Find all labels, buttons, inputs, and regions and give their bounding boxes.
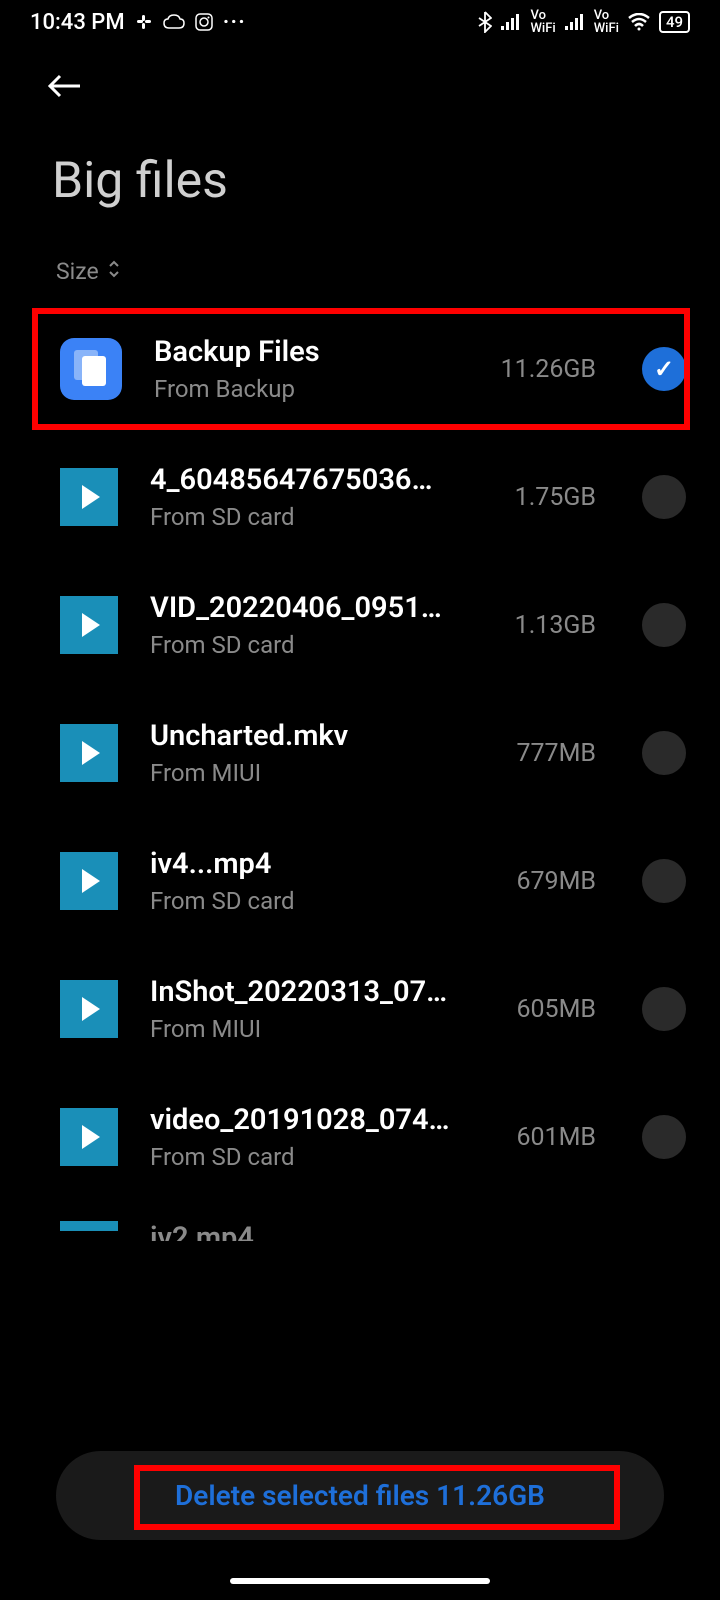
file-info: video_20191028_074… From SD card	[150, 1103, 484, 1171]
file-list: Backup Files From Backup 11.26GB ✓ 4_6048564…	[0, 305, 720, 1201]
file-source: From SD card	[150, 503, 483, 531]
file-source: From SD card	[150, 887, 484, 915]
file-info: 4_60485647675036… From SD card	[150, 463, 483, 531]
checkbox[interactable]	[642, 731, 686, 775]
sort-chevron-icon	[107, 258, 121, 285]
checkbox[interactable]: ✓	[642, 347, 686, 391]
file-size: 777MB	[516, 739, 596, 768]
checkbox[interactable]	[642, 1115, 686, 1159]
video-icon	[60, 852, 118, 910]
signal-icon-2	[564, 13, 586, 31]
backup-icon	[60, 338, 122, 400]
file-size: 1.75GB	[515, 483, 596, 512]
file-name: Backup Files	[154, 335, 464, 369]
battery-icon: 49	[659, 11, 690, 33]
file-size: 679MB	[516, 867, 596, 896]
file-item[interactable]: 4_60485647675036… From SD card 1.75GB	[0, 433, 720, 561]
slack-icon	[135, 13, 153, 31]
video-icon	[60, 1108, 118, 1166]
sort-selector[interactable]: Size	[0, 240, 720, 305]
checkbox[interactable]	[642, 475, 686, 519]
sort-label: Size	[56, 258, 99, 285]
file-item[interactable]: video_20191028_074… From SD card 601MB	[0, 1073, 720, 1201]
file-info: Backup Files From Backup	[154, 335, 469, 403]
status-bar: 10:43 PM ··· VoWiFi VoWiFi 49	[0, 0, 720, 44]
vowifi-icon-2: VoWiFi	[594, 9, 619, 35]
video-icon	[60, 596, 118, 654]
file-name: iv4...mp4	[150, 847, 460, 881]
delete-button[interactable]: Delete selected files 11.26GB	[56, 1451, 664, 1540]
file-item[interactable]: Backup Files From Backup 11.26GB ✓	[0, 305, 720, 433]
file-size: 11.26GB	[501, 355, 596, 384]
page-title: Big files	[0, 114, 720, 240]
file-name: 4_60485647675036…	[150, 463, 460, 497]
highlight-box	[134, 1465, 620, 1530]
file-size: 601MB	[516, 1123, 596, 1152]
file-name: Uncharted.mkv	[150, 719, 460, 753]
checkbox[interactable]	[642, 859, 686, 903]
vowifi-icon-1: VoWiFi	[530, 9, 555, 35]
file-info: InShot_20220313_07… From MIUI	[150, 975, 484, 1043]
signal-icon	[500, 13, 522, 31]
file-info: iv4...mp4 From SD card	[150, 847, 484, 915]
nav-handle[interactable]	[230, 1578, 490, 1584]
cloud-icon	[163, 14, 185, 30]
file-info: VID_20220406_0951… From SD card	[150, 591, 483, 659]
file-item[interactable]: InShot_20220313_07… From MIUI 605MB	[0, 945, 720, 1073]
instagram-icon	[195, 13, 213, 31]
file-name: video_20191028_074…	[150, 1103, 460, 1137]
file-source: From Backup	[154, 375, 469, 403]
file-name: InShot_20220313_07…	[150, 975, 460, 1009]
more-icon: ···	[223, 8, 246, 36]
file-item[interactable]: VID_20220406_0951… From SD card 1.13GB	[0, 561, 720, 689]
checkmark-icon: ✓	[654, 355, 674, 383]
status-time: 10:43 PM	[30, 10, 125, 35]
file-name: VID_20220406_0951…	[150, 591, 460, 625]
video-icon	[60, 980, 118, 1038]
file-info: Uncharted.mkv From MIUI	[150, 719, 484, 787]
file-item-partial[interactable]: iv2 mp4	[0, 1201, 720, 1241]
file-item[interactable]: Uncharted.mkv From MIUI 777MB	[0, 689, 720, 817]
video-icon	[60, 468, 118, 526]
file-source: From MIUI	[150, 759, 484, 787]
file-size: 605MB	[516, 995, 596, 1024]
video-icon	[60, 724, 118, 782]
file-size: 1.13GB	[515, 611, 596, 640]
file-source: From MIUI	[150, 1015, 484, 1043]
bluetooth-icon	[478, 11, 492, 33]
checkbox[interactable]	[642, 987, 686, 1031]
file-source: From SD card	[150, 631, 483, 659]
back-button[interactable]	[0, 44, 720, 114]
video-icon	[60, 1221, 118, 1231]
file-item[interactable]: iv4...mp4 From SD card 679MB	[0, 817, 720, 945]
wifi-icon	[627, 13, 651, 31]
file-source: From SD card	[150, 1143, 484, 1171]
checkbox[interactable]	[642, 603, 686, 647]
file-name: iv2 mp4	[150, 1221, 254, 1241]
